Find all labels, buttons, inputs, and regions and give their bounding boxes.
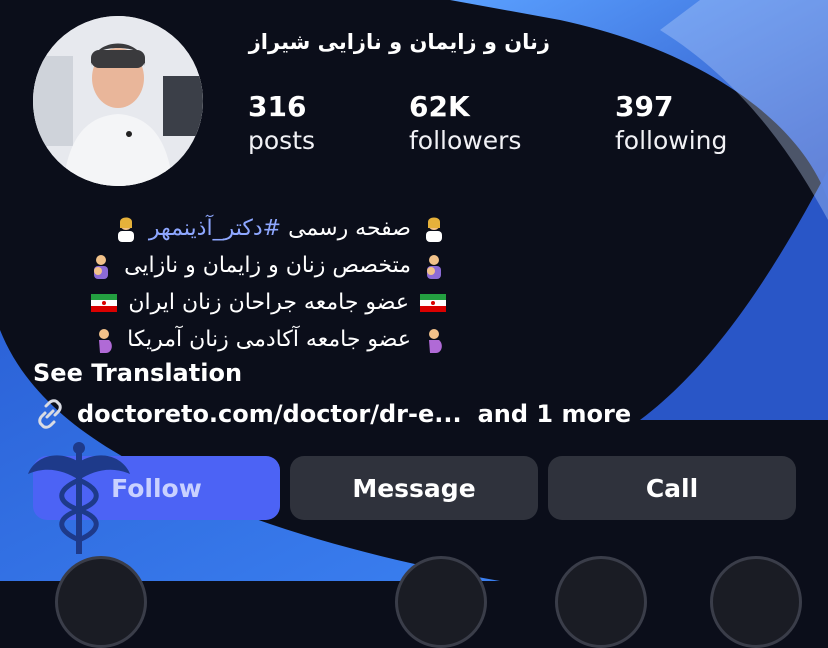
bio-line-3: عضو جامعه جراحان زنان ایران xyxy=(30,284,450,321)
message-button[interactable]: Message xyxy=(290,456,538,520)
story-highlight[interactable] xyxy=(710,556,802,648)
stat-posts[interactable]: 316 posts xyxy=(248,90,315,158)
story-highlight[interactable] xyxy=(555,556,647,648)
stat-followers-value: 62K xyxy=(409,90,470,123)
bio-line-1-text: صفحه رسمی xyxy=(288,216,411,241)
bio-line-3-text: عضو جامعه جراحان زنان ایران xyxy=(128,290,409,315)
pregnant-woman-icon xyxy=(429,329,442,353)
story-highlight[interactable] xyxy=(395,556,487,648)
breastfeeding-icon xyxy=(427,255,441,279)
link-icon xyxy=(38,399,62,429)
avatar[interactable] xyxy=(33,16,203,186)
iran-flag-icon xyxy=(420,294,446,312)
iran-flag-icon xyxy=(91,294,118,312)
stat-posts-label: posts xyxy=(248,126,316,155)
stat-following[interactable]: 397 following xyxy=(615,90,727,158)
pregnant-woman-icon xyxy=(99,329,112,353)
stat-following-value: 397 xyxy=(615,90,674,123)
bio: صفحه رسمی #دکتر_آذینمهر متخصص زنان و زای… xyxy=(30,210,450,358)
bio-line-2-text: متخصص زنان و زایمان و نازایی xyxy=(124,253,411,278)
call-button[interactable]: Call xyxy=(548,456,796,520)
link-more[interactable]: and 1 more xyxy=(478,400,631,428)
bio-hashtag-link[interactable]: #دکتر_آذینمهر xyxy=(149,216,281,241)
stat-followers-label: followers xyxy=(409,126,522,155)
stat-followers[interactable]: 62K followers xyxy=(409,90,521,158)
bio-line-4-text: عضو جامعه آکادمی زنان آمریکا xyxy=(127,327,411,352)
profile-link[interactable]: doctoreto.com/doctor/dr-e... and 1 more xyxy=(33,397,631,431)
caduceus-logo-icon xyxy=(28,442,130,554)
profile-name: زنان و زایمان و نازایی شیراز xyxy=(248,30,550,54)
story-highlight[interactable] xyxy=(55,556,147,648)
bio-line-4: عضو جامعه آکادمی زنان آمریکا xyxy=(30,321,450,358)
see-translation-link[interactable]: See Translation xyxy=(33,359,242,387)
doctor-portrait-icon xyxy=(33,16,203,186)
link-url[interactable]: doctoreto.com/doctor/dr-e... xyxy=(77,400,462,428)
stat-following-label: following xyxy=(615,126,728,155)
doctor-woman-icon xyxy=(117,217,134,242)
doctor-woman-icon xyxy=(426,217,442,242)
bio-line-2: متخصص زنان و زایمان و نازایی xyxy=(30,247,450,284)
breastfeeding-icon xyxy=(94,255,109,279)
stat-posts-value: 316 xyxy=(248,90,307,123)
bio-line-1: صفحه رسمی #دکتر_آذینمهر xyxy=(30,210,450,247)
